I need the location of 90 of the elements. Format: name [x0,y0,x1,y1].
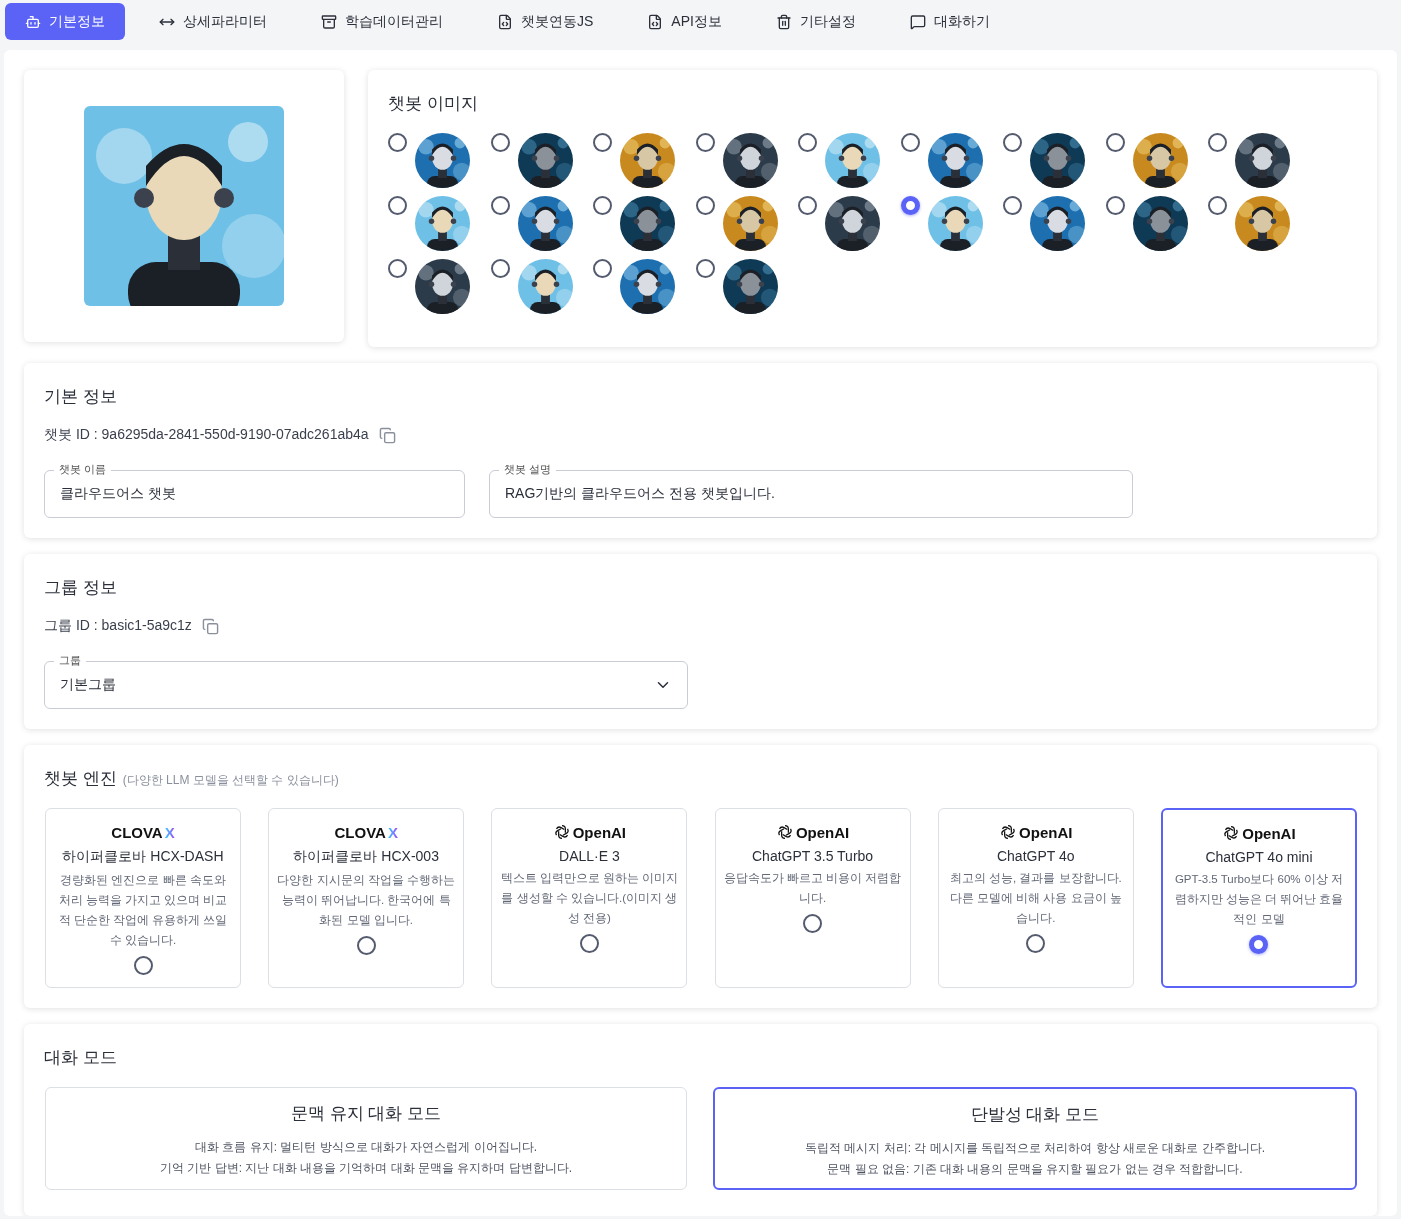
section-title: 대화 모드 [44,1047,118,1069]
model-name: ChatGPT 4o [996,848,1075,864]
field-label: 챗봇 설명 [499,462,557,477]
model-option-card[interactable]: CLOVAX 하이퍼클로바 HCX-003 다양한 지시문의 작업을 수행하는 능력이 뛰어납니다. 한국어에 특화된 모델 입니다. [268,808,465,988]
knot-logo-icon [552,823,571,841]
mode-option-card[interactable]: 문맥 유지 대화 모드 대화 흐름 유지: 멀티턴 방식으로 대화가 자연스럽게 이어집니다. 기억 기반 답변: 지난 대화 내용을 기억하며 대화 문맥을 유지하며 답변합니다. [45,1087,687,1190]
radio-button[interactable] [490,259,510,278]
radio-button[interactable] [798,196,817,215]
trash-icon [775,13,792,30]
radio-button[interactable] [900,133,920,152]
model-description: 다양한 지시문의 작업을 수행하는 능력이 뛰어납니다. 한국어에 특화된 모델 입니다. [277,873,456,928]
radio-button[interactable] [490,196,510,215]
model-option-card[interactable]: CLOVAX 하이퍼클로바 HCX-DASH 경량화된 엔진으로 빠른 속도와 처리 능력을 가지고 있으며 비교적 단순한 작업에 유용하게 쓰일 수 있습니다. [45,808,241,988]
radio-button[interactable] [593,133,612,152]
copy-icon[interactable] [378,426,396,444]
tab[interactable]: 챗봇연동JS [477,3,614,40]
model-description: 텍스트 입력만으로 원하는 이미지를 생성할 수 있습니다.(이미지 생성 전용) [500,871,679,926]
code-icon [497,13,513,30]
model-option-card[interactable]: OpenAI ChatGPT 4o mini GPT-3.5 Turbo보다 60% 이상 저렴하지만 성능은 더 뛰어난 효율적인 모델 [1160,808,1357,988]
tab[interactable]: 기본정보 [5,3,125,40]
model-description: 경량화된 엔진으로 빠른 속도와 처리 능력을 가지고 있으며 비교적 단순한 작업에 유용하게 쓰일 수 있습니다. [57,873,229,948]
model-name: 하이퍼클로바 HCX-DASH [62,848,224,866]
section-hint: (다양한 LLM 모델을 선택할 수 있습니다) [122,773,339,787]
radio-button[interactable] [1003,133,1022,152]
section-title: 챗봇 엔진 [44,769,117,788]
robot-icon [25,13,41,30]
mode-description: 기억 기반 답변: 지난 대화 내용을 기억하며 대화 문맥을 유지하며 답변합니다. [160,1160,572,1177]
radio-button[interactable] [695,133,715,152]
radio-button[interactable] [593,196,612,215]
model-option-card[interactable]: OpenAI DALL·E 3 텍스트 입력만으로 원하는 이미지를 생성할 수 있습니다.(이미지 생성 전용) [491,808,688,988]
tab[interactable]: API정보 [627,3,742,40]
vendor-logo: CLOVA [334,823,386,841]
model-name: ChatGPT 4o mini [1205,849,1313,865]
radio-button[interactable] [388,133,407,152]
mode-description: 대화 흐름 유지: 멀티턴 방식으로 대화가 자연스럽게 이어집니다. [195,1139,537,1156]
mode-description: 독립적 메시지 처리: 각 메시지를 독립적으로 처리하여 항상 새로운 대화로 간주합니다. [805,1140,1265,1157]
tab[interactable]: 학습데이터관리 [301,3,463,40]
model-option-card[interactable]: OpenAI ChatGPT 3.5 Turbo 응답속도가 빠르고 비용이 저렴합니다. [714,808,911,988]
radio-button[interactable] [1026,934,1046,953]
radio-button[interactable] [1105,196,1125,215]
knot-logo-icon [1222,824,1241,842]
vendor-logo: CLOVA [111,823,163,841]
mode-option-card[interactable]: 단발성 대화 모드 독립적 메시지 처리: 각 메시지를 독립적으로 처리하여 항상 새로운 대화로 간주합니다. 문맥 필요 없음: 기존 대화 내용의 문맥을 유지할 필요가 없는 경우 적합합니다. [713,1087,1357,1190]
mode-description: 문맥 필요 없음: 기존 대화 내용의 문맥을 유지할 필요가 없는 경우 적합합니다. [827,1161,1243,1178]
model-name: 하이퍼클로바 HCX-003 [293,848,439,866]
chatbot-id: 챗봇 ID : 9a6295da-2841-550d-9190-07adc261ab4a [44,426,369,444]
radio-button[interactable] [695,259,715,278]
radio-button[interactable] [1208,196,1227,215]
radio-button[interactable] [695,196,715,215]
radio-button[interactable] [1208,133,1227,152]
radio-button[interactable] [388,196,407,215]
radio-button[interactable] [803,914,823,933]
model-description: 최고의 성능, 결과를 보장합니다. 다른 모델에 비해 사용 요금이 높습니다. [948,871,1123,926]
tab[interactable]: 상세파라미터 [139,3,287,40]
radio-button[interactable] [356,936,376,955]
radio-button[interactable] [593,259,612,278]
radio-button[interactable] [900,196,920,215]
model-description: GPT-3.5 Turbo보다 60% 이상 저렴하지만 성능은 더 뛰어난 효율적인 모델 [1173,872,1345,927]
model-name: ChatGPT 3.5 Turbo [752,848,874,864]
radio-button[interactable] [579,934,599,953]
section-title: 챗봇 이미지 [388,93,479,115]
radio-button[interactable] [1249,935,1269,954]
tab[interactable]: 대화하기 [889,3,1010,40]
copy-icon[interactable] [201,617,219,635]
section-title: 기본 정보 [44,386,118,408]
archive-icon [321,13,337,30]
radio-button[interactable] [1105,133,1125,152]
knot-logo-icon [999,823,1018,841]
mode-name: 문맥 유지 대화 모드 [290,1103,442,1125]
model-option-card[interactable]: OpenAI ChatGPT 4o 최고의 성능, 결과를 보장합니다. 다른 모델에 비해 사용 요금이 높습니다. [937,808,1134,988]
group-id: 그룹 ID : basic1-5a9c1z [44,617,192,635]
radio-button[interactable] [798,133,817,152]
vendor-logo: OpenAI [1242,824,1296,842]
mode-name: 단발성 대화 모드 [970,1104,1100,1126]
chat-icon [909,13,926,30]
radio-button[interactable] [388,259,407,278]
radio-button[interactable] [133,956,153,975]
vendor-logo: OpenAI [1019,823,1073,841]
vendor-logo: OpenAI [795,823,850,841]
radio-button[interactable] [1003,196,1022,215]
model-name: DALL·E 3 [559,848,620,864]
radio-button[interactable] [490,133,510,152]
vendor-logo: OpenAI [572,823,627,841]
model-description: 응답속도가 빠르고 비용이 저렴합니다. [723,871,902,906]
field-label: 그룹 [54,653,86,668]
knot-logo-icon [775,823,794,841]
code-icon [647,13,664,30]
tab[interactable]: 기타설정 [755,3,876,40]
section-title: 그룹 정보 [44,577,118,599]
field-label: 챗봇 이름 [54,462,112,477]
